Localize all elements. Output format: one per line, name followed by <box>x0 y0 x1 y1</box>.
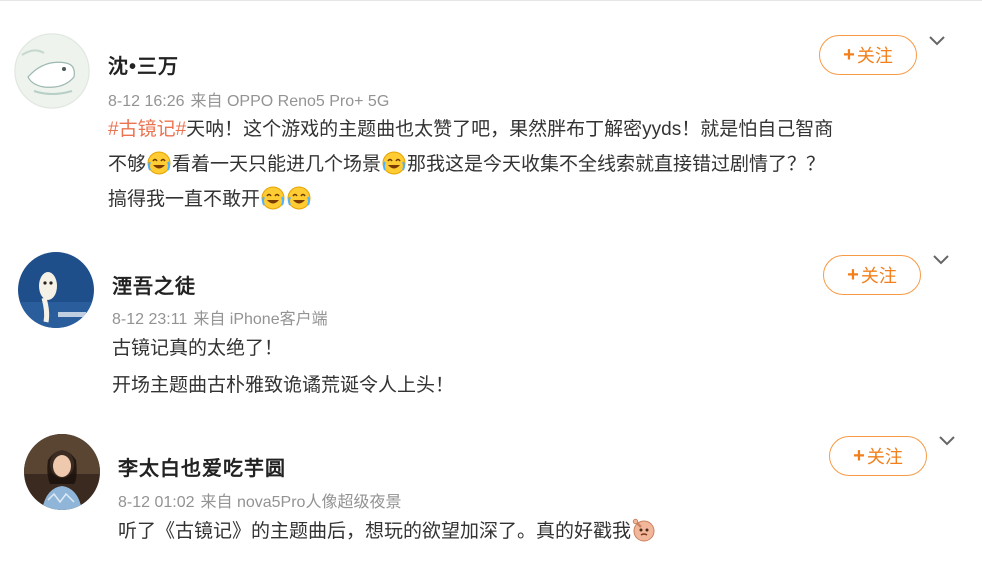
follow-label: 关注 <box>860 266 897 286</box>
text-segment: 不够 <box>108 154 147 175</box>
chevron-down-icon[interactable] <box>932 254 950 266</box>
follow-button[interactable]: + 关注 <box>823 255 921 295</box>
post-meta: 8-12 16:26 来自 OPPO Reno5 Pro+ 5G <box>108 87 395 111</box>
avatar[interactable] <box>24 434 100 510</box>
avatar[interactable] <box>14 33 90 109</box>
text-segment: 看着一天只能进几个场景 <box>172 154 382 175</box>
avatar[interactable] <box>18 252 94 328</box>
poke-emoji-icon <box>632 518 655 542</box>
timestamp[interactable]: 8-12 23:11 <box>112 311 187 328</box>
username[interactable]: 李太白也爱吃芋圆 <box>118 452 286 481</box>
hashtag-link[interactable]: #古镜记# <box>108 119 186 140</box>
text-segment: 搞得我一直不敢开 <box>108 189 261 210</box>
text-line: 听了《古镜记》的主题曲后，想玩的欲望加深了。真的好戳我 <box>118 514 657 549</box>
follow-button[interactable]: + 关注 <box>829 436 927 476</box>
post-meta: 8-12 01:02 来自 nova5Pro人像超级夜景 <box>118 488 407 512</box>
follow-button[interactable]: + 关注 <box>819 35 917 75</box>
timestamp[interactable]: 8-12 16:26 <box>108 93 185 110</box>
follow-label: 关注 <box>866 447 903 467</box>
text-segment: 听了《古镜记》的主题曲后，想玩的欲望加深了。真的好戳我 <box>118 521 632 542</box>
username[interactable]: 沈•三万 <box>108 50 179 79</box>
device-source: 来自 nova5Pro人像超级夜景 <box>200 494 402 511</box>
post-meta: 8-12 23:11 来自 iPhone客户端 <box>112 305 334 329</box>
top-divider <box>0 0 982 1</box>
text-line: #古镜记#天呐！这个游戏的主题曲也太赞了吧，果然胖布丁解密yyds！就是怕自己智… <box>108 112 833 147</box>
device-source: 来自 OPPO Reno5 Pro+ 5G <box>190 93 390 110</box>
username[interactable]: 湮吾之徒 <box>112 270 196 299</box>
comment-text: #古镜记#天呐！这个游戏的主题曲也太赞了吧，果然胖布丁解密yyds！就是怕自己智… <box>108 112 833 217</box>
text-line: 开场主题曲古朴雅致诡谲荒诞令人上头！ <box>112 375 455 396</box>
laugh-cry-emoji-icon <box>147 151 171 175</box>
laugh-cry-emoji-icon <box>287 186 311 210</box>
text-segment: 天呐！这个游戏的主题曲也太赞了吧，果然胖布丁解密yyds！就是怕自己智商 <box>186 119 834 140</box>
comment-text: 听了《古镜记》的主题曲后，想玩的欲望加深了。真的好戳我 <box>118 514 657 549</box>
device-source: 来自 iPhone客户端 <box>193 311 328 328</box>
plus-icon: + <box>847 263 859 286</box>
laugh-cry-emoji-icon <box>382 151 406 175</box>
text-segment: 那我这是今天收集不全线索就直接错过剧情了？？ <box>407 154 826 175</box>
plus-icon: + <box>843 43 855 66</box>
text-line: 古镜记真的太绝了！ <box>112 338 284 359</box>
follow-label: 关注 <box>856 46 893 66</box>
text-line: 搞得我一直不敢开 <box>108 182 833 217</box>
text-line: 不够 看着一天只能进几个场景 那我这是今天收集不全线索就直接错过剧情了？？ <box>108 147 833 182</box>
timestamp[interactable]: 8-12 01:02 <box>118 494 195 511</box>
plus-icon: + <box>853 444 865 467</box>
chevron-down-icon[interactable] <box>938 435 956 447</box>
laugh-cry-emoji-icon <box>261 186 285 210</box>
chevron-down-icon[interactable] <box>928 35 946 47</box>
comment-text: 古镜记真的太绝了！ 开场主题曲古朴雅致诡谲荒诞令人上头！ <box>112 331 454 403</box>
